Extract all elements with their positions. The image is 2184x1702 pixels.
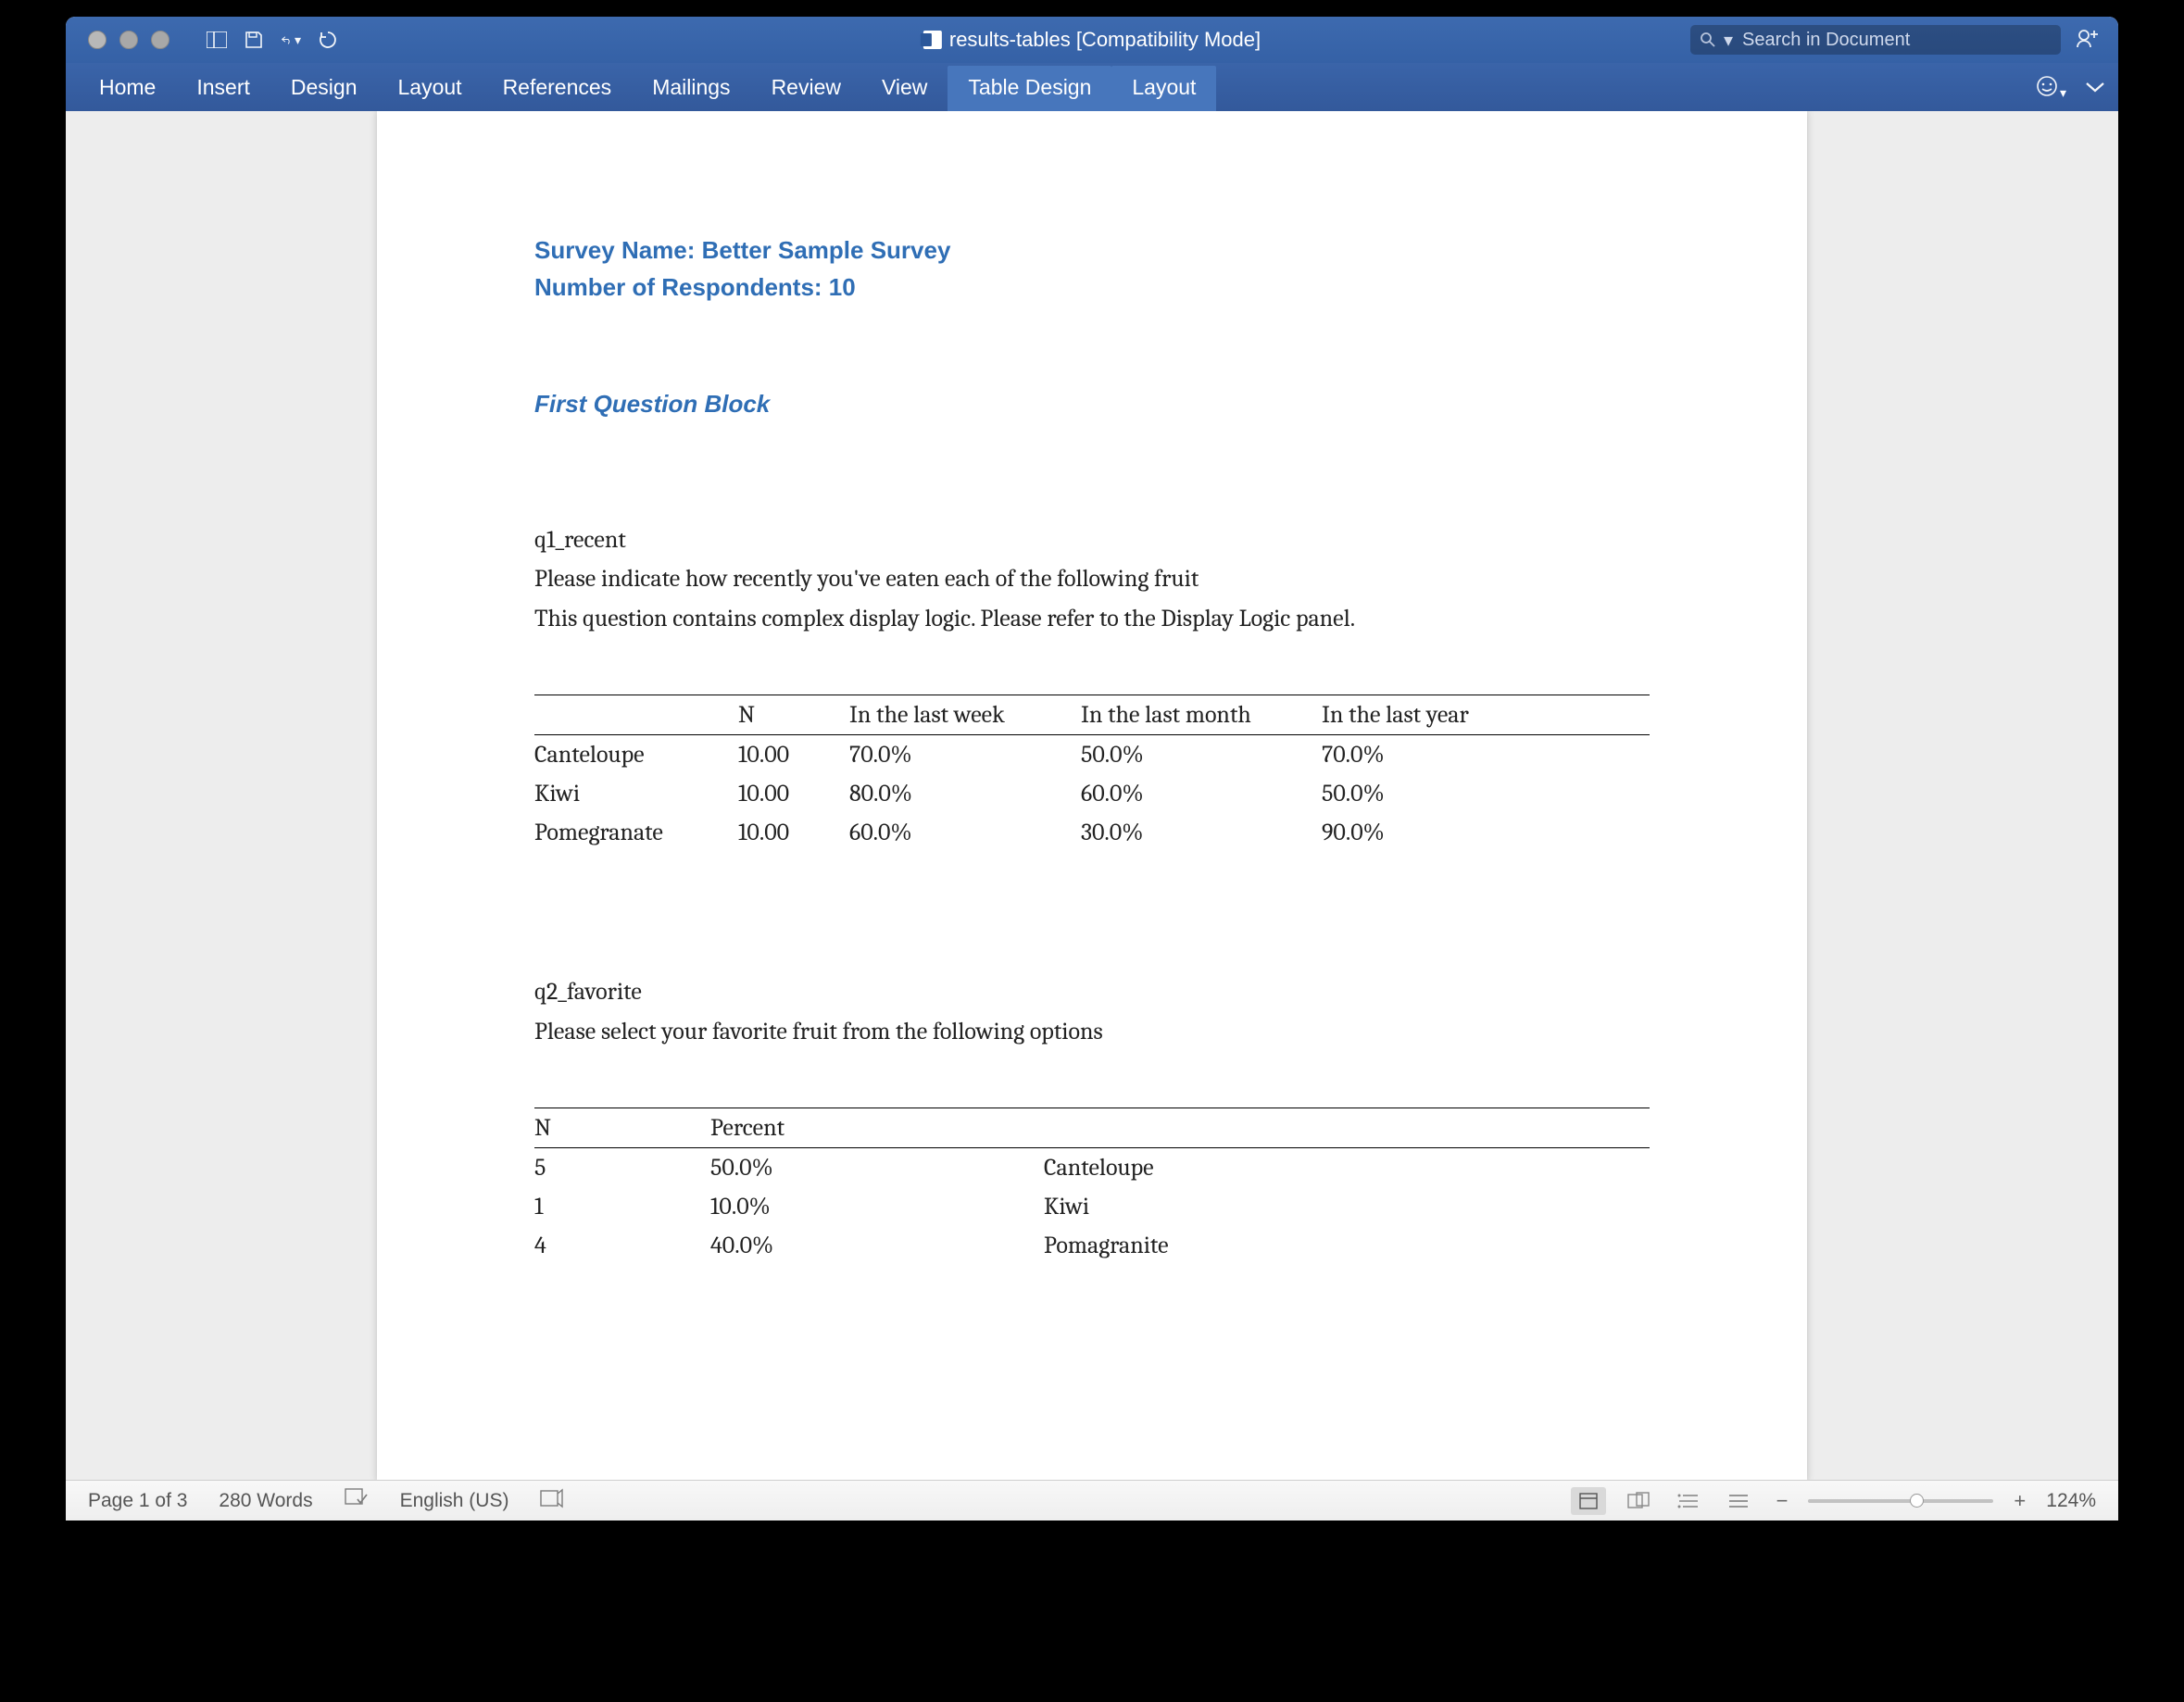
tab-design[interactable]: Design: [270, 66, 378, 111]
web-layout-view-icon[interactable]: [1621, 1487, 1656, 1515]
outline-view-icon[interactable]: [1671, 1487, 1706, 1515]
table-row: Canteloupe10.0070.0%50.0%70.0%: [534, 735, 1650, 775]
q1-h3: In the last month: [1081, 695, 1322, 735]
q2-prompt: Please select your favorite fruit from t…: [534, 1012, 1650, 1052]
tab-review[interactable]: Review: [751, 66, 861, 111]
zoom-level[interactable]: 124%: [2046, 1490, 2096, 1512]
page: Survey Name: Better Sample Survey Number…: [377, 111, 1807, 1480]
word-document-icon: [923, 31, 942, 49]
q2-h2: [1044, 1108, 1650, 1148]
search-icon: [1700, 31, 1716, 48]
tab-insert[interactable]: Insert: [176, 66, 270, 111]
title-text: results-tables [Compatibility Mode]: [949, 28, 1261, 52]
page-indicator[interactable]: Page 1 of 3: [88, 1490, 187, 1512]
zoom-slider-thumb[interactable]: [1910, 1494, 1924, 1508]
q1-h4: In the last year: [1322, 695, 1650, 735]
language-indicator[interactable]: English (US): [400, 1490, 509, 1512]
status-right: − + 124%: [1571, 1487, 2096, 1515]
table-row: 110.0%Kiwi: [534, 1187, 1650, 1226]
accessibility-icon[interactable]: [540, 1488, 564, 1514]
tab-table-layout[interactable]: Layout: [1111, 66, 1216, 111]
zoom-slider[interactable]: [1808, 1499, 1993, 1503]
repeat-icon[interactable]: [318, 30, 338, 50]
block-title: First Question Block: [534, 390, 1650, 419]
q1-h2: In the last week: [849, 695, 1081, 735]
close-window-button[interactable]: [88, 31, 107, 49]
q1-prompt: Please indicate how recently you've eate…: [534, 559, 1650, 599]
undo-icon[interactable]: ▾: [281, 30, 301, 50]
table-row: Kiwi10.0080.0%60.0%50.0%: [534, 774, 1650, 813]
titlebar: ▾ results-tables [Compatibility Mode] ▾ …: [66, 17, 2118, 63]
document-area[interactable]: Survey Name: Better Sample Survey Number…: [66, 111, 2118, 1480]
tab-mailings[interactable]: Mailings: [632, 66, 750, 111]
zoom-out-button[interactable]: −: [1771, 1489, 1794, 1513]
table-row: 440.0%Pomagranite: [534, 1226, 1650, 1265]
tab-view[interactable]: View: [861, 66, 948, 111]
tab-home[interactable]: Home: [79, 66, 176, 111]
share-icon[interactable]: [2076, 27, 2100, 54]
q1-h1: N: [738, 695, 849, 735]
zoom-window-button[interactable]: [151, 31, 169, 49]
window-controls: [88, 31, 169, 49]
q2-h0: N: [534, 1108, 710, 1148]
spellcheck-icon[interactable]: [345, 1488, 369, 1514]
print-layout-view-icon[interactable]: [1571, 1487, 1606, 1515]
search-input[interactable]: ▾ Search in Document: [1690, 25, 2061, 55]
tab-table-design[interactable]: Table Design: [948, 66, 1111, 111]
search-placeholder: Search in Document: [1742, 30, 1910, 51]
app-window: ▾ results-tables [Compatibility Mode] ▾ …: [66, 17, 2118, 1521]
draft-view-icon[interactable]: [1721, 1487, 1756, 1515]
status-bar: Page 1 of 3 280 Words English (US) − + 1…: [66, 1480, 2118, 1521]
collapse-ribbon-icon[interactable]: [2085, 80, 2105, 97]
word-count[interactable]: 280 Words: [219, 1490, 312, 1512]
q1-h0: [534, 695, 738, 735]
table-row: Pomegranate10.0060.0%30.0%90.0%: [534, 813, 1650, 852]
question-q2: q2_favorite Please select your favorite …: [534, 972, 1650, 1265]
q1-table: N In the last week In the last month In …: [534, 695, 1650, 852]
quick-access-toolbar: ▾: [207, 30, 338, 50]
q2-code: q2_favorite: [534, 972, 1650, 1012]
document-title: results-tables [Compatibility Mode]: [923, 28, 1261, 52]
tab-layout[interactable]: Layout: [378, 66, 483, 111]
tab-references[interactable]: References: [483, 66, 633, 111]
zoom-in-button[interactable]: +: [2008, 1489, 2031, 1513]
q2-table: N Percent 550.0%Canteloupe 110.0%Kiwi 44…: [534, 1108, 1650, 1265]
q2-h1: Percent: [710, 1108, 1044, 1148]
respondent-count: Number of Respondents: 10: [534, 269, 1650, 306]
q1-code: q1_recent: [534, 520, 1650, 560]
survey-name: Survey Name: Better Sample Survey: [534, 232, 1650, 269]
question-q1: q1_recent Please indicate how recently y…: [534, 520, 1650, 853]
q1-note: This question contains complex display l…: [534, 599, 1650, 639]
sidebar-toggle-icon[interactable]: [207, 30, 227, 50]
save-icon[interactable]: [244, 30, 264, 50]
table-row: 550.0%Canteloupe: [534, 1148, 1650, 1188]
ribbon-tabs: Home Insert Design Layout References Mai…: [66, 63, 2118, 111]
minimize-window-button[interactable]: [119, 31, 138, 49]
emoji-icon[interactable]: ▾: [2036, 75, 2066, 102]
